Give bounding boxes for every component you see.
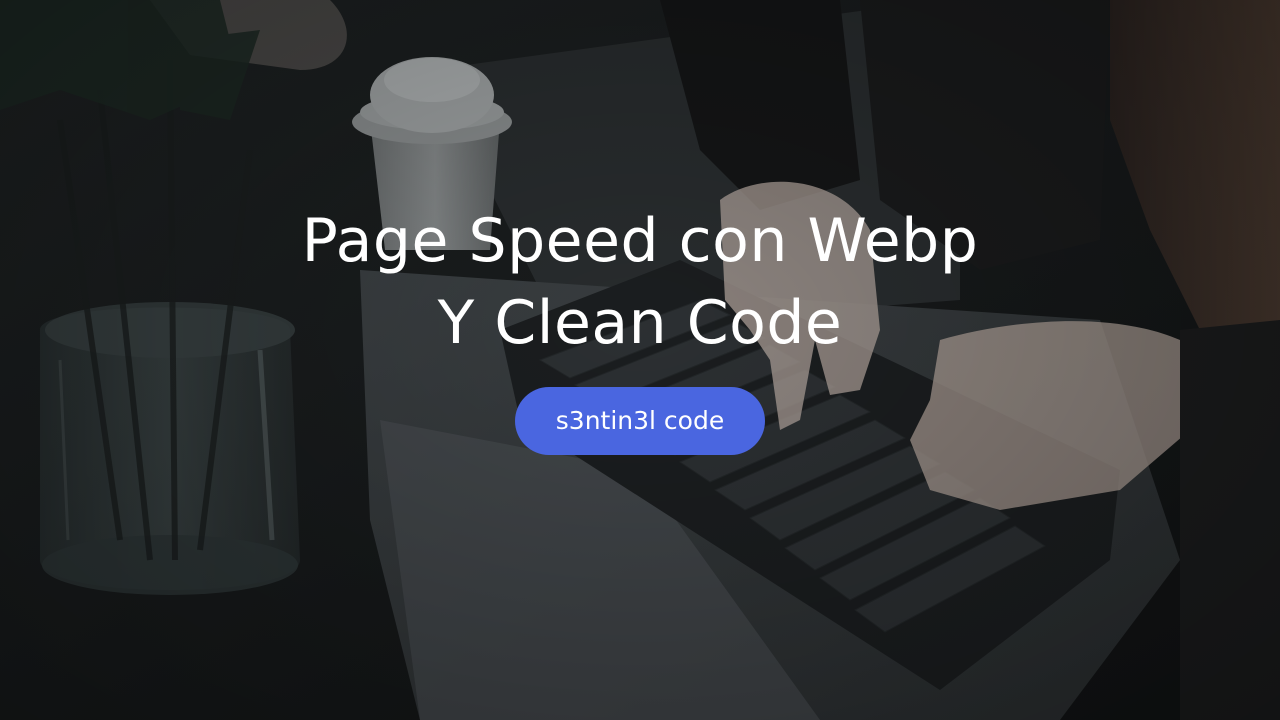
title-line-2: Y Clean Code <box>437 288 843 358</box>
banner-title: Page Speed con Webp Y Clean Code <box>0 200 1280 364</box>
title-line-1: Page Speed con Webp <box>301 206 979 276</box>
brand-badge[interactable]: s3ntin3l code <box>515 387 765 455</box>
